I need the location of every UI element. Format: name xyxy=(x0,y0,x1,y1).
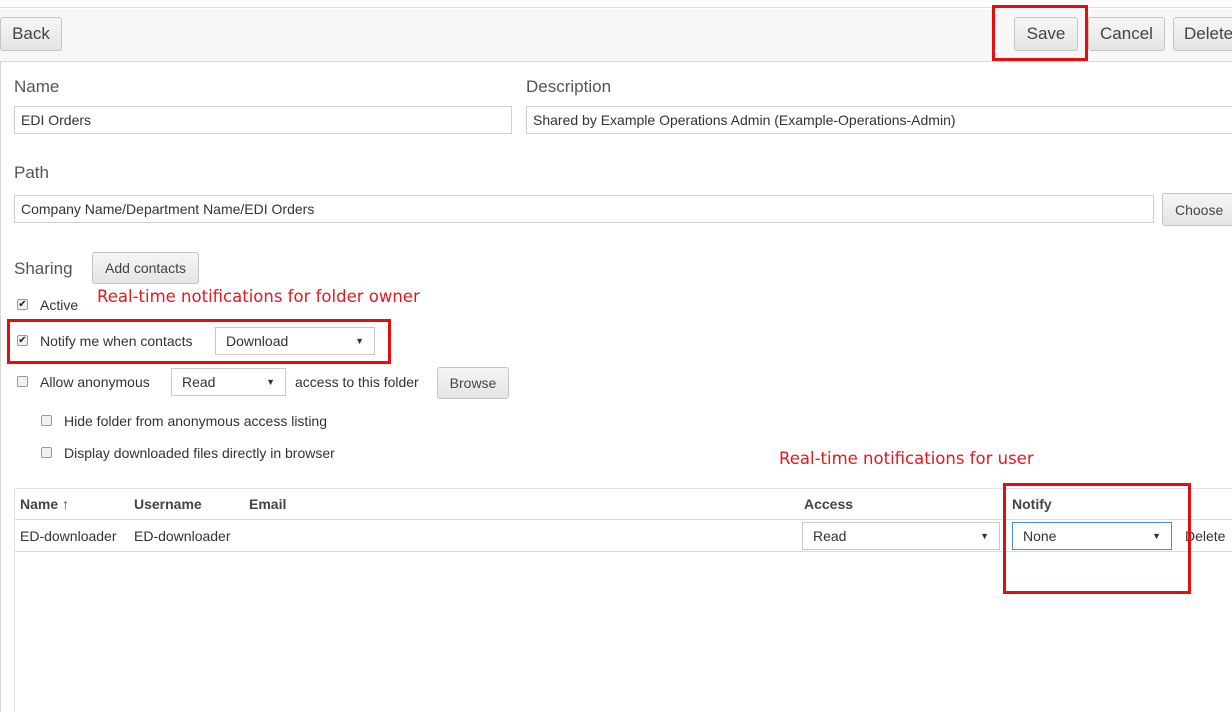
anonymous-suffix-label: access to this folder xyxy=(295,374,419,390)
anonymous-access-select-value: Read xyxy=(182,374,216,390)
column-header-access[interactable]: Access xyxy=(804,496,853,512)
row-name: ED-downloader xyxy=(20,528,117,544)
delete-button[interactable]: Delete xyxy=(1173,17,1232,51)
row-username: ED-downloader xyxy=(134,528,231,544)
add-contacts-button[interactable]: Add contacts xyxy=(92,252,199,284)
anonymous-checkbox[interactable] xyxy=(17,376,28,387)
browse-button[interactable]: Browse xyxy=(437,367,509,399)
display-in-browser-checkbox[interactable] xyxy=(41,447,52,458)
cancel-button[interactable]: Cancel xyxy=(1088,17,1165,51)
choose-button[interactable]: Choose xyxy=(1162,193,1232,226)
hide-folder-checkbox[interactable] xyxy=(41,415,52,426)
description-input[interactable]: Shared by Example Operations Admin (Exam… xyxy=(526,106,1232,134)
row-delete-link[interactable]: Delete xyxy=(1185,528,1225,544)
column-header-email[interactable]: Email xyxy=(249,496,286,512)
column-header-username[interactable]: Username xyxy=(134,496,202,512)
save-button-highlight xyxy=(992,5,1088,61)
anonymous-access-select[interactable]: Read ▼ xyxy=(171,368,286,396)
user-notification-annotation: Real-time notifications for user xyxy=(779,449,1034,468)
anonymous-label: Allow anonymous xyxy=(40,374,150,390)
chevron-down-icon: ▼ xyxy=(980,531,989,541)
row-access-select-value: Read xyxy=(813,528,847,544)
sharing-label: Sharing xyxy=(14,259,73,278)
path-label: Path xyxy=(14,163,49,182)
user-notification-highlight xyxy=(1003,483,1191,594)
description-label: Description xyxy=(526,77,612,96)
path-input[interactable]: Company Name/Department Name/EDI Orders xyxy=(14,195,1154,223)
back-button[interactable]: Back xyxy=(0,17,62,51)
row-access-select[interactable]: Read ▼ xyxy=(802,522,1000,550)
name-input[interactable]: EDI Orders xyxy=(14,106,512,134)
chevron-down-icon: ▼ xyxy=(266,377,275,387)
active-checkbox[interactable]: ✔ xyxy=(17,299,28,310)
owner-notification-highlight xyxy=(7,319,391,364)
hide-folder-label: Hide folder from anonymous access listin… xyxy=(64,413,328,429)
column-header-name[interactable]: Name ↑ xyxy=(20,496,69,512)
owner-notification-annotation: Real-time notifications for folder owner xyxy=(97,287,420,306)
name-label: Name xyxy=(14,77,60,96)
active-label: Active xyxy=(40,297,79,313)
display-in-browser-label: Display downloaded files directly in bro… xyxy=(64,445,335,461)
